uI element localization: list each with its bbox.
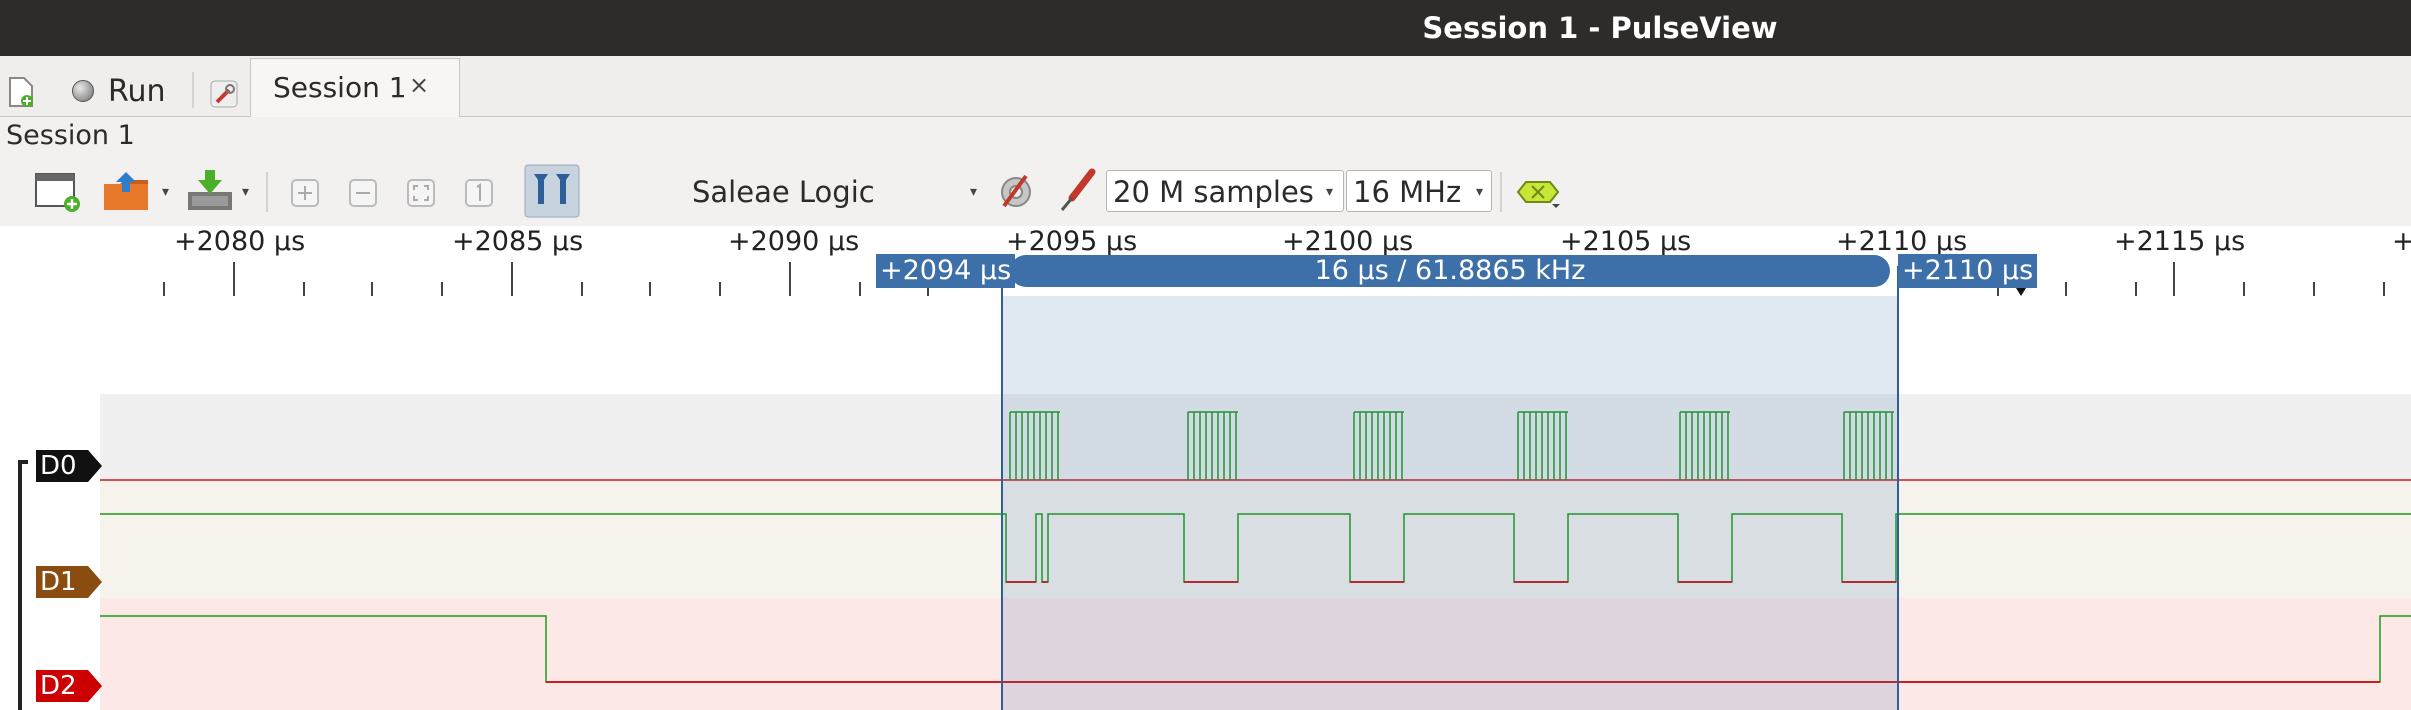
ruler-label: +2100 µs — [1282, 226, 1414, 257]
cursor-right-label[interactable]: +2110 µs — [1898, 254, 2038, 288]
title-bar: Session 1 - PulseView — [0, 0, 2411, 56]
selection-region — [1002, 296, 1898, 710]
save-dropdown-icon[interactable]: ▾ — [242, 184, 249, 200]
samples-value: 20 M samples — [1113, 175, 1314, 209]
channel-label-d0[interactable]: D0 — [30, 450, 77, 482]
cursor-left-label[interactable]: +2094 µs — [876, 254, 1016, 288]
cursor-span-label[interactable]: 16 µs / 61.8865 kHz — [1010, 255, 1890, 287]
samplerate-value: 16 MHz — [1353, 175, 1462, 209]
session-label: Session 1 — [6, 120, 135, 151]
samples-dropdown-icon[interactable]: ▾ — [1326, 184, 1333, 200]
window-title: Session 1 - PulseView — [1422, 11, 1778, 45]
toolbar-divider — [1500, 172, 1502, 212]
save-icon[interactable] — [186, 168, 236, 214]
ruler-label: +2080 µs — [174, 226, 306, 257]
zoom-in-icon[interactable] — [290, 178, 320, 208]
close-tab-icon[interactable]: × — [409, 71, 429, 99]
ruler-label: +2110 µs — [1836, 226, 1968, 257]
run-label: Run — [108, 73, 166, 109]
wrench-icon[interactable] — [208, 78, 240, 110]
samples-select[interactable]: 20 M samples — [1106, 170, 1344, 212]
new-view-icon[interactable] — [34, 170, 82, 214]
trigger-marker — [2016, 288, 2026, 296]
ruler-label: + — [2392, 226, 2411, 257]
ruler-label: +2115 µs — [2114, 226, 2246, 257]
ruler-label: +2090 µs — [728, 226, 860, 257]
zoom-fit-icon[interactable] — [406, 178, 436, 208]
tab-label: Session 1 — [273, 71, 407, 104]
run-indicator-icon — [72, 80, 94, 102]
samplerate-dropdown-icon[interactable]: ▾ — [1476, 184, 1483, 200]
ruler-label: +2105 µs — [1560, 226, 1692, 257]
samplerate-select[interactable]: 16 MHz — [1346, 170, 1492, 212]
tabbar-divider — [192, 72, 194, 108]
tab-session-1[interactable]: Session 1 × — [250, 58, 460, 117]
open-dropdown-icon[interactable]: ▾ — [162, 184, 169, 200]
trace-view[interactable]: +2080 µs +2085 µs +2090 µs +2095 µs +210… — [0, 226, 2411, 710]
cursor-toggle-icon[interactable] — [524, 164, 580, 218]
run-button[interactable]: Run — [72, 70, 166, 112]
channel-label-d2[interactable]: D2 — [30, 670, 77, 702]
ruler-label: +2095 µs — [1006, 226, 1138, 257]
device-config-icon[interactable] — [994, 166, 1042, 214]
decoder-icon[interactable] — [1514, 174, 1562, 212]
device-name: Saleae Logic — [692, 175, 875, 209]
toolbar-divider — [266, 172, 268, 212]
open-icon[interactable] — [102, 168, 152, 214]
device-selector[interactable]: Saleae Logic — [692, 172, 982, 212]
probe-icon[interactable] — [1058, 168, 1098, 214]
trace-canvas — [18, 262, 2411, 710]
channel-label-d1[interactable]: D1 — [30, 566, 77, 598]
device-dropdown-icon[interactable]: ▾ — [970, 184, 977, 200]
ruler-label: +2085 µs — [452, 226, 584, 257]
zoom-one-to-one-icon[interactable] — [464, 178, 494, 208]
zoom-out-icon[interactable] — [348, 178, 378, 208]
new-session-icon[interactable] — [8, 76, 34, 108]
